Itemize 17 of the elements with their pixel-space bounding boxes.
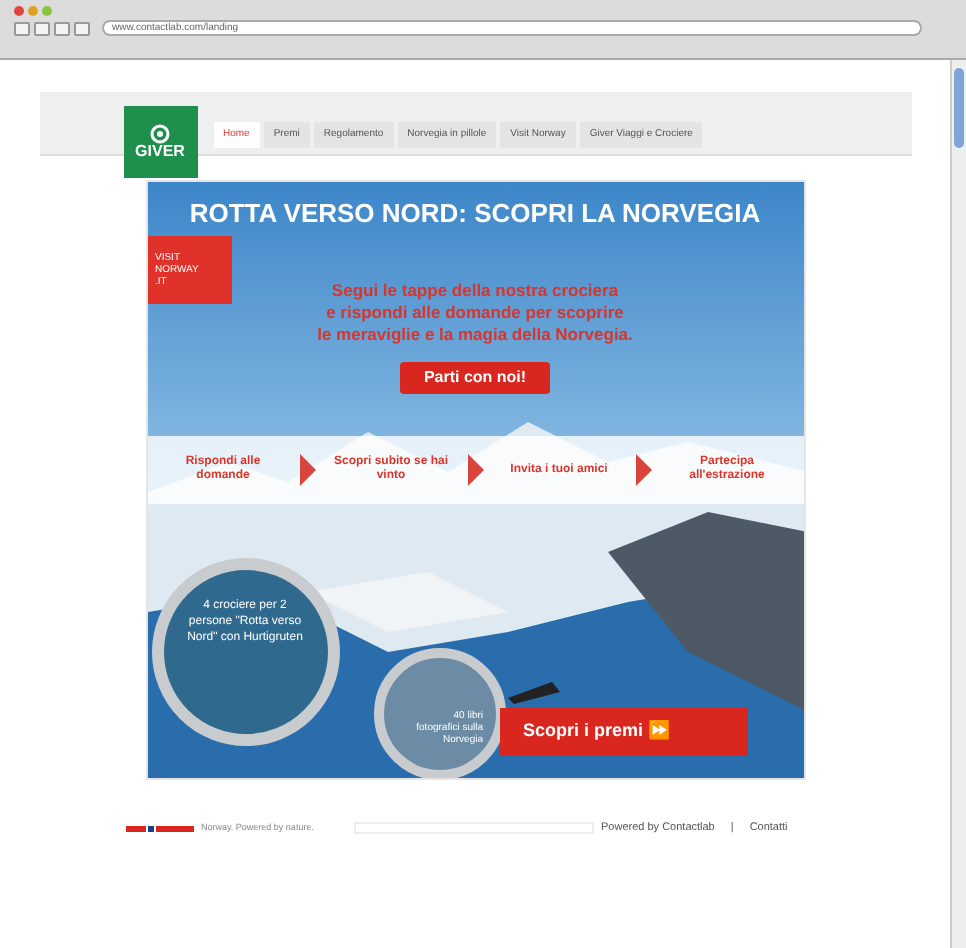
start-button[interactable]: Parti con noi! bbox=[399, 362, 551, 394]
intro-text: Segui le tappe della nostra crociera bbox=[331, 280, 619, 302]
chevron-icon bbox=[299, 454, 315, 486]
minimize-window-icon[interactable] bbox=[28, 6, 38, 16]
logo-text: GIVER bbox=[135, 144, 185, 160]
norway-logo-icon bbox=[125, 825, 193, 832]
ship-icon bbox=[507, 682, 559, 704]
swirl-icon bbox=[150, 124, 170, 144]
prizes-button[interactable]: Scopri i premi ⏩ bbox=[499, 708, 747, 756]
intro-text: le meraviglie e la magia della Norvegia. bbox=[317, 324, 633, 346]
hero-title: ROTTA VERSO NORD: SCOPRI LA NORVEGIA bbox=[189, 196, 761, 232]
close-window-icon[interactable] bbox=[14, 6, 24, 16]
chevron-icon bbox=[635, 454, 651, 486]
zoom-window-icon[interactable] bbox=[42, 6, 52, 16]
scroll-thumb[interactable] bbox=[954, 68, 964, 148]
intro-text: e rispondi alle domande per scoprire bbox=[326, 302, 624, 324]
chevron-icon bbox=[467, 454, 483, 486]
